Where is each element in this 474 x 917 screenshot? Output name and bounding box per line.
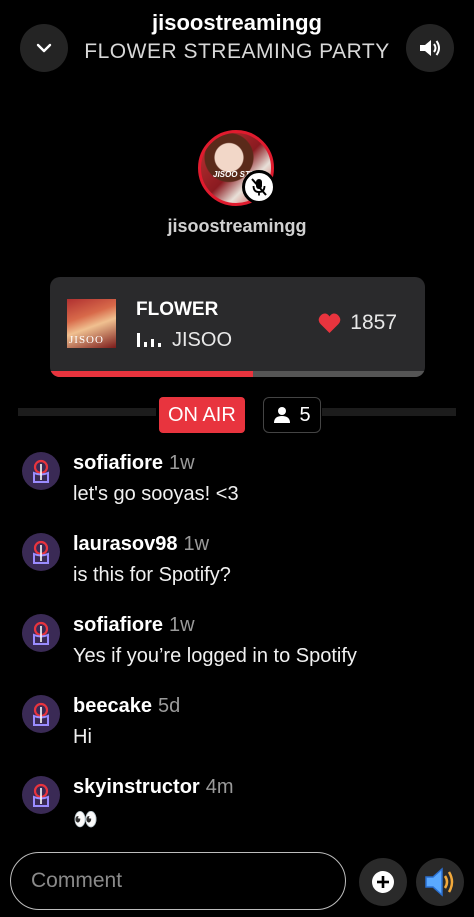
comment-username[interactable]: skyinstructor bbox=[73, 776, 200, 798]
album-art: JISOO bbox=[67, 299, 116, 348]
comment-input[interactable] bbox=[10, 852, 346, 910]
collapse-button[interactable] bbox=[20, 24, 68, 72]
user-avatar-icon bbox=[33, 783, 49, 807]
listener-count: 5 bbox=[299, 403, 311, 426]
album-art-text: JISOO bbox=[69, 334, 104, 346]
user-avatar-icon bbox=[33, 621, 49, 645]
volume-icon bbox=[420, 40, 440, 56]
divider-right bbox=[322, 408, 456, 416]
like-count: 1857 bbox=[350, 311, 397, 334]
comment-time: 5d bbox=[157, 695, 181, 717]
comment-text: Hi bbox=[73, 726, 92, 748]
comment-text: let's go sooyas! <3 bbox=[73, 483, 239, 505]
equalizer-icon bbox=[137, 333, 161, 347]
commenter-avatar[interactable] bbox=[22, 533, 60, 571]
comment-time: 1w bbox=[169, 614, 195, 636]
like-button[interactable]: 1857 bbox=[317, 311, 397, 335]
add-button[interactable] bbox=[359, 858, 407, 906]
comment-username[interactable]: laurasov98 bbox=[73, 533, 178, 555]
person-icon bbox=[274, 407, 291, 423]
comment-time: 1w bbox=[183, 533, 210, 555]
user-avatar-icon bbox=[33, 459, 49, 483]
now-playing-card[interactable]: JISOO FLOWER JISOO 1857 bbox=[50, 277, 425, 377]
party-name: FLOWER STREAMING PARTY bbox=[84, 40, 390, 63]
comment-time: 4m bbox=[205, 776, 234, 798]
comment-username[interactable]: beecake bbox=[73, 695, 152, 717]
comment-text: 👀 bbox=[73, 809, 98, 831]
speaker-icon bbox=[425, 867, 454, 897]
mic-off-icon bbox=[251, 178, 267, 196]
comment-username[interactable]: sofiafiore bbox=[73, 614, 163, 636]
playback-progress-fill bbox=[50, 371, 253, 377]
party-host-title: jisoostreamingg bbox=[152, 10, 322, 35]
chevron-down-icon bbox=[36, 43, 52, 53]
commenter-avatar[interactable] bbox=[22, 614, 60, 652]
comment-text: is this for Spotify? bbox=[73, 564, 231, 586]
sound-button[interactable] bbox=[406, 24, 454, 72]
commenter-avatar[interactable] bbox=[22, 695, 60, 733]
commenter-avatar[interactable] bbox=[22, 452, 60, 490]
track-title: FLOWER bbox=[136, 299, 219, 320]
speaker-emoji-button[interactable] bbox=[416, 858, 464, 906]
host-username: jisoostreamingg bbox=[167, 216, 307, 236]
host-avatar[interactable]: JISOO STREA bbox=[198, 130, 276, 208]
playback-progress-bar bbox=[50, 371, 425, 377]
divider-left bbox=[18, 408, 156, 416]
user-avatar-icon bbox=[33, 540, 49, 564]
commenter-avatar[interactable] bbox=[22, 776, 60, 814]
comment-text: Yes if you’re logged in to Spotify bbox=[73, 645, 357, 667]
heart-icon bbox=[318, 313, 341, 333]
comment-username[interactable]: sofiafiore bbox=[73, 452, 163, 474]
comment-time: 1w bbox=[169, 452, 195, 474]
mic-muted-badge bbox=[242, 170, 276, 204]
user-avatar-icon bbox=[33, 702, 49, 726]
track-artist: JISOO bbox=[172, 329, 233, 351]
on-air-badge: ON AIR bbox=[159, 397, 245, 433]
plus-icon bbox=[372, 871, 394, 893]
listener-count-button[interactable]: 5 bbox=[263, 397, 321, 433]
